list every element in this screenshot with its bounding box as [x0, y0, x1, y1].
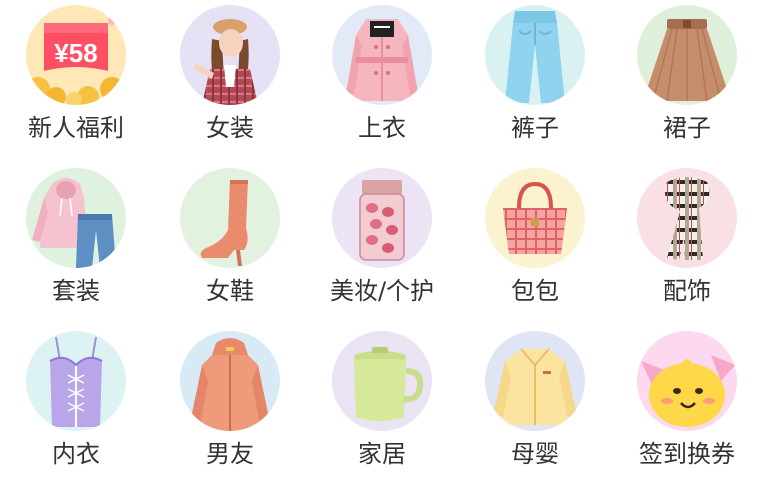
plaid-scarf-icon: [637, 168, 737, 268]
category-underwear[interactable]: 内衣: [16, 326, 136, 481]
category-bags[interactable]: 包包: [475, 163, 595, 318]
category-label: 包包: [511, 277, 559, 305]
brown-skirt-icon: [637, 5, 737, 105]
category-home[interactable]: 家居: [322, 326, 442, 481]
green-mug-icon: [332, 331, 432, 431]
category-label: 男友: [206, 440, 254, 468]
category-label: 配饰: [663, 277, 711, 305]
category-label: 母婴: [511, 440, 559, 468]
blue-pants-icon: [485, 5, 585, 105]
category-new-user-benefits[interactable]: ¥58 新人福利: [16, 0, 136, 155]
svg-text:¥58: ¥58: [54, 38, 97, 68]
category-pants[interactable]: 裤子: [475, 0, 595, 155]
category-label: 新人福利: [28, 114, 124, 142]
category-label: 女装: [206, 114, 254, 142]
category-label: 裙子: [663, 114, 711, 142]
category-skirts[interactable]: 裙子: [627, 0, 747, 155]
category-womens-clothing[interactable]: 女装: [170, 0, 290, 155]
category-accessories[interactable]: 配饰: [627, 163, 747, 318]
category-checkin-coupons[interactable]: 签到换券: [627, 326, 747, 481]
coupon-58-icon: ¥58: [26, 5, 126, 105]
category-label: 美妆/个护: [329, 277, 435, 305]
category-label: 女鞋: [206, 277, 254, 305]
serum-bottle-icon: [332, 168, 432, 268]
category-label: 家居: [358, 440, 406, 468]
category-sets[interactable]: 套装: [16, 163, 136, 318]
category-label: 上衣: [358, 114, 406, 142]
lace-corset-icon: [26, 331, 126, 431]
category-label: 套装: [52, 277, 100, 305]
category-label: 签到换券: [639, 440, 735, 468]
pink-boot-icon: [180, 168, 280, 268]
hoodie-jeans-set-icon: [26, 168, 126, 268]
pink-handbag-icon: [485, 168, 585, 268]
smiley-mascot-icon: [637, 331, 737, 431]
category-boyfriend[interactable]: 男友: [170, 326, 290, 481]
orange-jacket-icon: [180, 331, 280, 431]
category-mother-baby[interactable]: 母婴: [475, 326, 595, 481]
category-tops[interactable]: 上衣: [322, 0, 442, 155]
woman-model-icon: [180, 5, 280, 105]
pink-trench-coat-icon: [332, 5, 432, 105]
category-beauty-personal-care[interactable]: 美妆/个护: [322, 163, 442, 318]
yellow-fleece-icon: [485, 331, 585, 431]
category-grid: ¥58 新人福利 女装 上衣 裤子 裙子 套装 女鞋 美妆/个护 包包 配饰 内…: [0, 0, 763, 474]
category-label: 内衣: [52, 440, 100, 468]
category-label: 裤子: [511, 114, 559, 142]
category-womens-shoes[interactable]: 女鞋: [170, 163, 290, 318]
